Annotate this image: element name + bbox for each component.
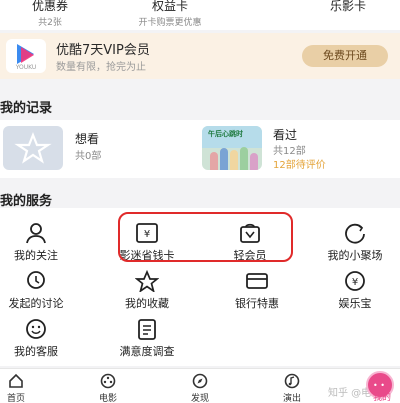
seen-label[interactable]: 看过	[273, 126, 297, 143]
service-label: 我的关注	[14, 249, 58, 262]
records-panel: 想看 共0部 午后心跳时 看过 共12部 12部待评价	[0, 120, 400, 178]
nav-label: 电影	[98, 394, 117, 403]
svg-text:¥: ¥	[352, 277, 358, 288]
benefit-card[interactable]: 权益卡 开卡购票更优惠	[120, 0, 220, 28]
service-label: 满意度调查	[119, 345, 175, 358]
service-label: 发起的讨论	[8, 297, 64, 310]
service-favorites[interactable]: 我的收藏	[97, 268, 197, 312]
compass-icon	[192, 373, 208, 389]
vip-subtitle: 数量有限，抢完为止	[56, 62, 146, 73]
nav-label: 首页	[6, 394, 25, 403]
nav-movies[interactable]: 电影	[78, 373, 138, 403]
want-to-see-label[interactable]: 想看	[75, 130, 99, 147]
service-label: 我的小聚场	[327, 249, 383, 262]
youku-logo: YOUKU	[6, 39, 46, 73]
service-label: 我的客服	[14, 345, 58, 358]
star-outline-icon	[14, 132, 52, 164]
pending-review[interactable]: 12部待评价	[273, 156, 326, 171]
service-label: 银行特惠	[235, 297, 279, 310]
vip-title: 优酷7天VIP会员	[56, 43, 150, 58]
service-label: 我的收藏	[125, 297, 169, 310]
service-bank-deals[interactable]: 银行特惠	[207, 268, 307, 312]
nav-shows[interactable]: 演出	[262, 373, 322, 403]
film-reel-icon	[100, 373, 116, 389]
want-to-see-thumb[interactable]	[3, 126, 63, 170]
logo-play-pink	[21, 47, 34, 63]
poster-title: 午后心跳时	[208, 130, 243, 138]
nav-label: 演出	[282, 394, 301, 403]
nav-mine-label: 我的	[372, 393, 391, 403]
service-survey[interactable]: 满意度调查	[97, 316, 197, 360]
service-yulebao[interactable]: ¥ 娱乐宝	[305, 268, 400, 312]
yuan-circle-icon: ¥	[345, 271, 365, 291]
logo-text: YOUKU	[15, 64, 37, 71]
coupon-card[interactable]: 优惠券 共2张	[20, 0, 80, 28]
want-to-see-count: 共0部	[75, 151, 102, 162]
avatar-icon: • •	[373, 381, 385, 390]
red-highlight-annotation	[118, 212, 293, 262]
home-icon	[9, 373, 23, 388]
seen-poster[interactable]: 午后心跳时	[202, 126, 262, 170]
nav-label: 发现	[190, 394, 209, 403]
benefit-card-sub: 开卡购票更优惠	[138, 18, 202, 28]
nav-discover[interactable]: 发现	[170, 373, 230, 403]
star-icon	[135, 270, 159, 292]
survey-icon	[138, 319, 156, 340]
bank-card-icon	[246, 273, 268, 289]
coupon-title: 优惠券	[31, 0, 68, 13]
nav-home[interactable]: 首页	[0, 373, 46, 403]
records-title: 我的记录	[0, 101, 53, 116]
service-label: 娱乐宝	[338, 297, 372, 310]
services-title: 我的服务	[0, 194, 53, 209]
music-note-icon	[284, 373, 300, 389]
benefit-card-title: 权益卡	[151, 0, 188, 13]
free-open-button[interactable]: 免费开通	[302, 45, 388, 67]
service-face-icon	[26, 319, 46, 339]
movie-card[interactable]: 乐影卡	[318, 0, 378, 14]
service-discussion[interactable]: 发起的讨论	[0, 268, 86, 312]
service-my-follow[interactable]: 我的关注	[0, 220, 86, 264]
benefit-cards-strip: 优惠券 共2张 权益卡 开卡购票更优惠 乐影卡	[0, 0, 400, 30]
circle-arrow-icon	[345, 223, 365, 244]
person-icon	[26, 223, 46, 244]
seen-count: 共12部	[273, 146, 306, 157]
vip-banner[interactable]: YOUKU 优酷7天VIP会员 数量有限，抢完为止 免费开通	[0, 33, 400, 79]
movie-card-title: 乐影卡	[329, 0, 366, 13]
service-customer-service[interactable]: 我的客服	[0, 316, 86, 360]
service-my-gathering[interactable]: 我的小聚场	[305, 220, 400, 264]
coupon-count: 共2张	[38, 18, 62, 28]
discussion-icon	[27, 271, 45, 289]
